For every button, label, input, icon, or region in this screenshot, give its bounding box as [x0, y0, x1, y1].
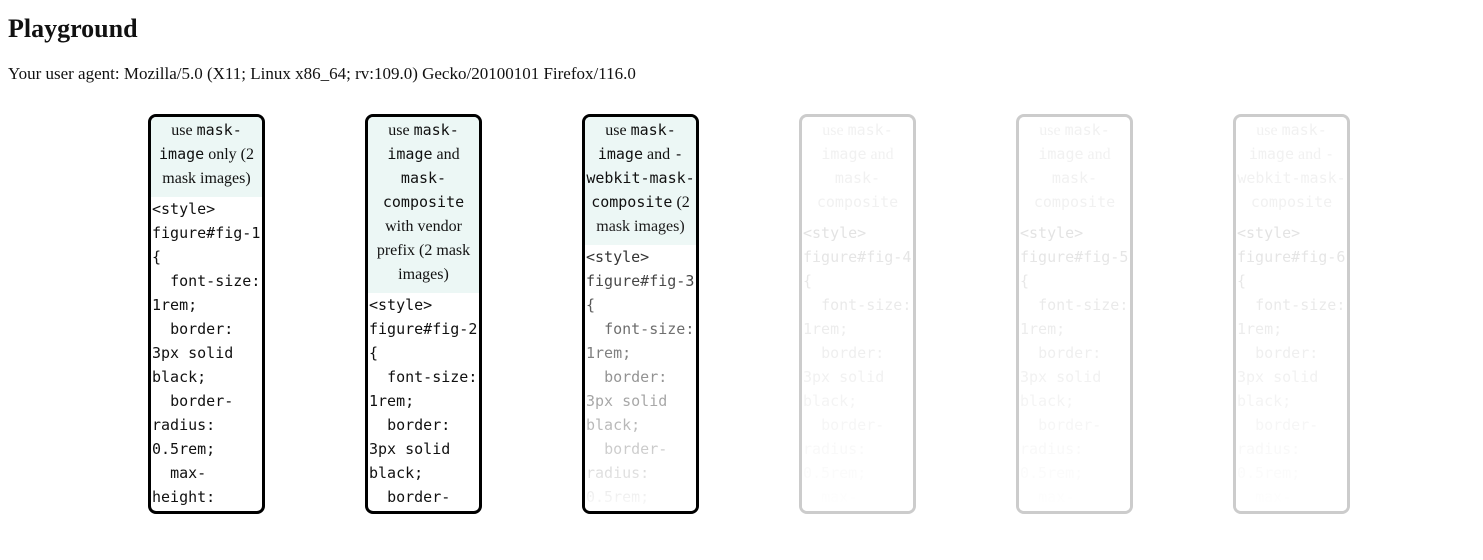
- page-title: Playground: [8, 14, 1475, 44]
- caption-text: use: [605, 122, 630, 139]
- caption-text: use: [388, 122, 413, 139]
- caption-text: with vendor prefix (2 mask images): [377, 218, 470, 283]
- fig-2-caption: use mask-image and mask-composite with v…: [368, 117, 479, 293]
- fig-1: use mask-image only (2 mask images) <sty…: [148, 114, 265, 514]
- fig-6: use mask-image and -webkit-mask-composit…: [1233, 114, 1350, 514]
- caption-text: and: [643, 146, 674, 163]
- fig-3: use mask-image and -webkit-mask-composit…: [582, 114, 699, 514]
- caption-text: and: [867, 146, 894, 163]
- fig-4-caption: use mask-image and mask-composite: [802, 117, 913, 221]
- fig-1-code: <style> figure#fig-1 { font-size: 1rem; …: [151, 197, 262, 514]
- fig-4: use mask-image and mask-composite <style…: [799, 114, 916, 514]
- caption-code: mask-composite: [1034, 169, 1115, 211]
- fig-1-caption: use mask-image only (2 mask images): [151, 117, 262, 197]
- fig-6-caption: use mask-image and -webkit-mask-composit…: [1236, 117, 1347, 221]
- caption-text: use: [1256, 122, 1281, 139]
- caption-text: use: [171, 122, 196, 139]
- fig-2-code: <style> figure#fig-2 { font-size: 1rem; …: [368, 293, 479, 514]
- caption-code: mask-composite: [817, 169, 898, 211]
- fig-2: use mask-image and mask-composite with v…: [365, 114, 482, 514]
- caption-text: and: [1084, 146, 1111, 163]
- figures-row: use mask-image only (2 mask images) <sty…: [8, 114, 1475, 514]
- fig-5: use mask-image and mask-composite <style…: [1016, 114, 1133, 514]
- fig-5-code: <style> figure#fig-5 { font-size: 1rem; …: [1019, 221, 1130, 514]
- caption-text: use: [822, 122, 847, 139]
- ua-value: Mozilla/5.0 (X11; Linux x86_64; rv:109.0…: [124, 64, 636, 83]
- fig-3-caption: use mask-image and -webkit-mask-composit…: [585, 117, 696, 245]
- fig-5-caption: use mask-image and mask-composite: [1019, 117, 1130, 221]
- caption-text: and: [1294, 146, 1325, 163]
- caption-text: use: [1039, 122, 1064, 139]
- fig-6-code: <style> figure#fig-6 { font-size: 1rem; …: [1236, 221, 1347, 514]
- fig-4-code: <style> figure#fig-4 { font-size: 1rem; …: [802, 221, 913, 514]
- caption-code: mask-composite: [383, 169, 464, 211]
- fig-3-code: <style> figure#fig-3 { font-size: 1rem; …: [585, 245, 696, 514]
- user-agent-line: Your user agent: Mozilla/5.0 (X11; Linux…: [8, 64, 1475, 84]
- ua-prefix: Your user agent:: [8, 64, 124, 83]
- caption-text: and: [433, 146, 460, 163]
